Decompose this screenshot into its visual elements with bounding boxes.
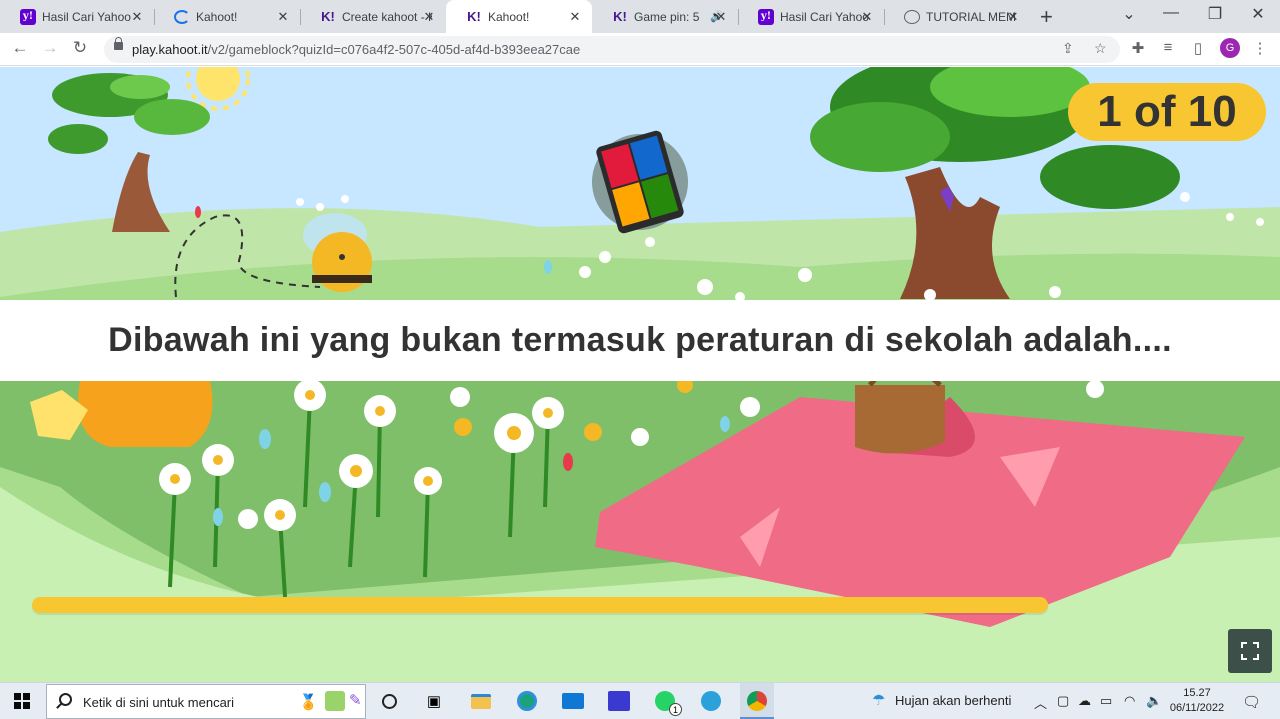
- close-icon[interactable]: ✕: [860, 9, 874, 25]
- search-highlight-icon: [325, 691, 345, 711]
- share-icon[interactable]: ⇪: [1062, 40, 1074, 57]
- new-tab-button[interactable]: +: [1040, 4, 1053, 30]
- app-icon[interactable]: [606, 688, 632, 714]
- tab-title: Kahoot!: [488, 9, 530, 24]
- windows-start-button[interactable]: [14, 693, 30, 709]
- side-panel-icon[interactable]: ▯: [1188, 39, 1208, 57]
- close-window-button[interactable]: ✕: [1243, 4, 1273, 24]
- edge-icon[interactable]: [514, 688, 540, 714]
- tab-title: Create kahoot - K: [342, 9, 432, 24]
- task-view-icon[interactable]: ▣: [421, 688, 447, 714]
- clock-date: 06/11/2022: [1169, 702, 1225, 714]
- telegram-icon[interactable]: [698, 688, 724, 714]
- notification-badge: 1: [669, 703, 682, 716]
- fullscreen-icon: [1241, 642, 1259, 660]
- reload-button[interactable]: ↻: [68, 38, 92, 58]
- search-highlight-icon: 🏅: [299, 694, 318, 711]
- tab-title: Hasil Cari Yahoo: [42, 9, 131, 24]
- kahoot-icon: K!: [467, 9, 481, 24]
- yahoo-icon: y!: [20, 8, 36, 25]
- maximize-button[interactable]: ❐: [1200, 4, 1230, 24]
- question-text: Dibawah ini yang bukan termasuk peratura…: [108, 321, 1172, 359]
- battery-icon[interactable]: ▭: [1100, 693, 1112, 709]
- close-icon[interactable]: ✕: [714, 9, 728, 25]
- tab-strip: y! Hasil Cari Yahoo ✕ Kahoot! ✕ K! Creat…: [0, 0, 1280, 33]
- onedrive-icon[interactable]: ☁: [1078, 693, 1091, 709]
- question-counter: 1 of 10: [1068, 83, 1266, 141]
- menu-icon[interactable]: ⋮: [1250, 39, 1270, 57]
- search-icon: [59, 693, 72, 706]
- tab-yahoo-2[interactable]: y! Hasil Cari Yahoo ✕: [738, 0, 885, 33]
- search-highlight-icon: ✎: [349, 692, 362, 709]
- forward-button[interactable]: →: [38, 38, 62, 58]
- tab-search-icon[interactable]: ⌄: [1114, 4, 1144, 24]
- tab-tutorial[interactable]: TUTORIAL MEMB ✕: [884, 0, 1030, 33]
- globe-icon: [904, 9, 920, 24]
- system-clock[interactable]: 15.27 06/11/2022: [1166, 686, 1228, 716]
- fullscreen-button[interactable]: [1228, 629, 1272, 673]
- file-explorer-icon[interactable]: [468, 688, 494, 714]
- wifi-icon[interactable]: ◠: [1124, 693, 1135, 709]
- clock-time: 15.27: [1183, 687, 1211, 699]
- kahoot-icon: K!: [613, 9, 627, 24]
- minimize-button[interactable]: —: [1156, 4, 1186, 22]
- kahoot-icon: K!: [321, 9, 335, 24]
- volume-icon[interactable]: 🔈: [1146, 693, 1162, 709]
- mail-icon[interactable]: [560, 688, 586, 714]
- search-placeholder: Ketik di sini untuk mencari: [83, 695, 235, 710]
- question-banner: Dibawah ini yang bukan termasuk peratura…: [0, 300, 1280, 381]
- profile-avatar[interactable]: G: [1220, 38, 1240, 58]
- close-icon[interactable]: ✕: [276, 9, 290, 25]
- meet-now-icon[interactable]: ▢: [1057, 693, 1069, 709]
- tab-game-pin[interactable]: K! Game pin: 5 🔊 ✕: [592, 0, 739, 33]
- tab-create-kahoot[interactable]: K! Create kahoot - K ✕: [300, 0, 446, 33]
- tab-title: Hasil Cari Yahoo: [780, 9, 869, 24]
- close-icon[interactable]: ✕: [568, 9, 582, 25]
- close-icon[interactable]: ✕: [1006, 9, 1020, 25]
- kahoot-game-scene: 1 of 10 Dibawah ini yang bukan termasuk …: [0, 67, 1280, 682]
- weather-text[interactable]: Hujan akan berhenti: [895, 693, 1011, 708]
- close-icon[interactable]: ✕: [130, 9, 144, 25]
- url-path: /v2/gameblock?quizId=c076a4f2-507c-405d-…: [207, 42, 581, 57]
- timer-bar: [32, 597, 1048, 613]
- browser-toolbar: ← → ↻ play.kahoot.it/v2/gameblock?quizId…: [0, 33, 1280, 66]
- url-domain: play.kahoot.it: [132, 42, 208, 57]
- bookmark-star-icon[interactable]: ☆: [1094, 40, 1107, 57]
- media-control-icon[interactable]: ≡: [1158, 39, 1178, 56]
- chevron-up-icon[interactable]: ︿: [1034, 693, 1047, 712]
- notifications-icon[interactable]: 🗨: [1242, 693, 1261, 711]
- cortana-icon[interactable]: [376, 688, 402, 714]
- chrome-icon[interactable]: [740, 683, 774, 719]
- tab-kahoot-active[interactable]: K! Kahoot! ✕: [446, 0, 592, 33]
- address-bar[interactable]: play.kahoot.it/v2/gameblock?quizId=c076a…: [104, 36, 1120, 63]
- back-button[interactable]: ←: [8, 38, 32, 58]
- loading-icon: [174, 9, 190, 24]
- windows-taskbar: Ketik di sini untuk mencari 🏅 ✎ ▣ 1 ☂ Hu…: [0, 682, 1280, 719]
- taskbar-search-box[interactable]: Ketik di sini untuk mencari 🏅 ✎: [46, 684, 366, 719]
- yahoo-icon: y!: [758, 8, 774, 25]
- url-text[interactable]: play.kahoot.it/v2/gameblock?quizId=c076a…: [132, 42, 580, 57]
- tab-title: Kahoot!: [196, 9, 238, 24]
- extensions-icon[interactable]: ✚: [1128, 39, 1148, 57]
- tab-yahoo-1[interactable]: y! Hasil Cari Yahoo ✕: [0, 0, 155, 33]
- tab-title: TUTORIAL MEMB: [926, 9, 1016, 24]
- tab-title: Game pin: 5: [634, 9, 700, 24]
- whatsapp-icon[interactable]: 1: [652, 688, 682, 716]
- lock-icon[interactable]: [114, 37, 123, 50]
- umbrella-icon: ☂: [872, 692, 886, 709]
- close-icon[interactable]: ✕: [422, 9, 436, 25]
- tab-kahoot-loading[interactable]: Kahoot! ✕: [154, 0, 301, 33]
